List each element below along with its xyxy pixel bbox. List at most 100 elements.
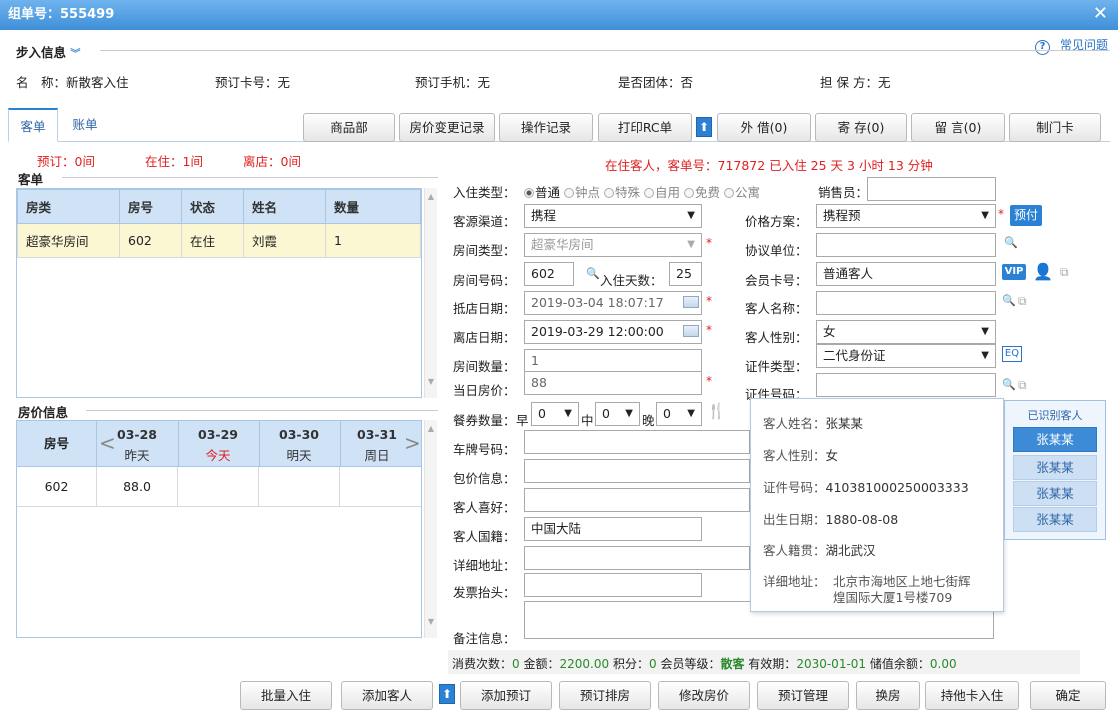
tab-guest-order[interactable]: 客单 — [8, 108, 58, 142]
room-count-input[interactable]: 1 — [524, 349, 702, 373]
calendar-icon[interactable] — [683, 296, 699, 308]
radio-option[interactable]: 特殊 — [604, 185, 640, 200]
sales-input[interactable] — [867, 177, 996, 201]
print-rc-button[interactable]: 打印RC单 — [598, 113, 692, 142]
goods-button[interactable]: 商品部 — [303, 113, 395, 142]
batch-checkin-button[interactable]: 批量入住 — [240, 681, 332, 710]
reservation-rooming-button[interactable]: 预订排房 — [559, 681, 651, 710]
id-type-select[interactable]: 二代身份证 ▼ — [816, 344, 996, 368]
add-reservation-button[interactable]: 添加预订 — [460, 681, 552, 710]
breakfast-select[interactable]: 0 ▼ — [531, 402, 579, 426]
tab-bill[interactable]: 账单 — [62, 108, 108, 142]
id-no-input[interactable] — [816, 373, 996, 397]
invoice-input[interactable] — [524, 573, 702, 597]
message-button[interactable]: 留 言(0) — [911, 113, 1005, 142]
radio-option[interactable]: 普通 — [524, 185, 560, 200]
agreement-input[interactable] — [816, 233, 996, 257]
plate-input[interactable] — [524, 430, 750, 454]
search-icon[interactable]: 🔍 — [1004, 236, 1018, 249]
guest-list-title: 客单 — [18, 172, 44, 187]
price-plan-label: 价格方案： — [745, 214, 808, 229]
step-name: 名 称：新散客入住 — [16, 75, 129, 90]
other-card-checkin-button[interactable]: 持他卡入住 — [925, 681, 1019, 710]
days-input[interactable]: 25 — [669, 262, 702, 286]
chevron-right-icon[interactable]: > — [404, 431, 421, 455]
col-header[interactable]: 数量 — [325, 189, 421, 224]
member-card-label: 会员卡号： — [745, 273, 808, 288]
radio-option[interactable]: 自用 — [644, 185, 680, 200]
col-header[interactable]: 姓名 — [243, 189, 326, 224]
col-header[interactable]: 房号 — [119, 189, 182, 224]
search-icon[interactable]: 🔍 — [586, 267, 600, 280]
divider — [100, 50, 1110, 51]
window-title: 组单号：555499 — [0, 0, 1118, 30]
recognized-guest-item[interactable]: 张某某 — [1013, 507, 1097, 532]
copy-icon[interactable]: ⧉ — [1060, 265, 1069, 280]
recognized-guest-item[interactable]: 张某某 — [1013, 427, 1097, 452]
confirm-button[interactable]: 确定 — [1030, 681, 1106, 710]
summary-line: 消费次数：0 金额：2200.00 积分：0 会员等级：散客 有效期：2030-… — [452, 657, 957, 671]
vip-icon[interactable]: VIP — [1002, 264, 1026, 280]
price-info-scrollbar[interactable]: ▲ ▼ — [424, 420, 437, 638]
divider — [62, 177, 438, 178]
operation-log-button[interactable]: 操作记录 — [499, 113, 593, 142]
checkin-type-label: 入住类型： — [453, 185, 516, 200]
lend-button[interactable]: 外 借(0) — [717, 113, 811, 142]
guest-notice: 在住客人，客单号：717872 已入住 25 天 3 小时 13 分钟 — [605, 158, 933, 173]
lunch-select[interactable]: 0 ▼ — [595, 402, 640, 426]
days-label: 入住天数： — [600, 273, 663, 288]
search-icon[interactable]: 🔍 — [1002, 294, 1016, 307]
arrow-up-icon[interactable]: ⬆ — [696, 117, 712, 137]
arrive-input[interactable]: 2019-03-04 18:07:17 — [524, 291, 702, 315]
arrow-up-icon[interactable]: ⬆ — [439, 684, 455, 704]
copy-icon[interactable]: ⧉ — [1018, 378, 1027, 393]
col-header[interactable]: 状态 — [181, 189, 244, 224]
guest-list-scrollbar[interactable]: ▲ ▼ — [424, 188, 437, 398]
make-card-button[interactable]: 制门卡 — [1009, 113, 1101, 142]
address-input[interactable] — [524, 546, 750, 570]
deposit-button[interactable]: 寄 存(0) — [815, 113, 907, 142]
room-type-select[interactable]: 超豪华房间 ▼ — [524, 233, 702, 257]
member-card-input[interactable]: 普通客人 — [816, 262, 996, 286]
radio-option[interactable]: 钟点 — [564, 185, 600, 200]
recognized-guest-item[interactable]: 张某某 — [1013, 481, 1097, 506]
reservation-management-button[interactable]: 预订管理 — [757, 681, 849, 710]
user-add-icon[interactable]: 👤 — [1033, 262, 1053, 281]
day-date: 03-30 — [279, 427, 319, 442]
search-icon[interactable]: 🔍 — [1002, 378, 1016, 391]
gender-select[interactable]: 女 ▼ — [816, 320, 996, 344]
day-price-input[interactable]: 88 — [524, 371, 702, 395]
dinner-select[interactable]: 0 ▼ — [656, 402, 702, 426]
close-icon[interactable]: ✕ — [1093, 3, 1108, 24]
checkout-count: 离店：0间 — [243, 154, 301, 169]
col-header[interactable]: 房类 — [17, 189, 120, 224]
radio-option[interactable]: 公寓 — [724, 185, 760, 200]
table-row[interactable]: 超豪华房间 602 在住 刘霞 1 — [17, 223, 421, 258]
address-label: 详细地址： — [453, 558, 516, 573]
prepay-button[interactable]: 预付 — [1010, 205, 1042, 226]
preference-input[interactable] — [524, 488, 750, 512]
chevron-down-icon[interactable]: ︾ — [70, 49, 80, 60]
recognized-guest-item[interactable]: 张某某 — [1013, 455, 1097, 480]
room-no-input[interactable]: 602 — [524, 262, 574, 286]
copy-icon[interactable]: ⧉ — [1018, 294, 1027, 309]
step-phone: 预订手机：无 — [415, 75, 491, 90]
package-input[interactable] — [524, 459, 750, 483]
add-guest-button[interactable]: 添加客人 — [341, 681, 433, 710]
id-scan-icon[interactable]: EQ — [1002, 346, 1022, 362]
price-plan-select[interactable]: 携程预 ▼ — [816, 204, 996, 228]
calendar-icon[interactable] — [683, 325, 699, 337]
step-guarantor: 担 保 方：无 — [820, 75, 891, 90]
source-select[interactable]: 携程 ▼ — [524, 204, 702, 228]
guest-name-input[interactable] — [816, 291, 996, 315]
help-link[interactable]: ? 常见问题 — [1034, 36, 1108, 55]
nation-input[interactable]: 中国大陆 — [524, 517, 702, 541]
price-change-log-button[interactable]: 房价变更记录 — [399, 113, 495, 142]
day-sub: 明天 — [286, 448, 312, 463]
modify-price-button[interactable]: 修改房价 — [658, 681, 750, 710]
radio-option[interactable]: 免费 — [684, 185, 720, 200]
change-room-button[interactable]: 换房 — [856, 681, 920, 710]
utensils-icon[interactable]: 🍴 — [707, 402, 726, 420]
price-info-title: 房价信息 — [18, 405, 69, 420]
leave-input[interactable]: 2019-03-29 12:00:00 — [524, 320, 702, 344]
